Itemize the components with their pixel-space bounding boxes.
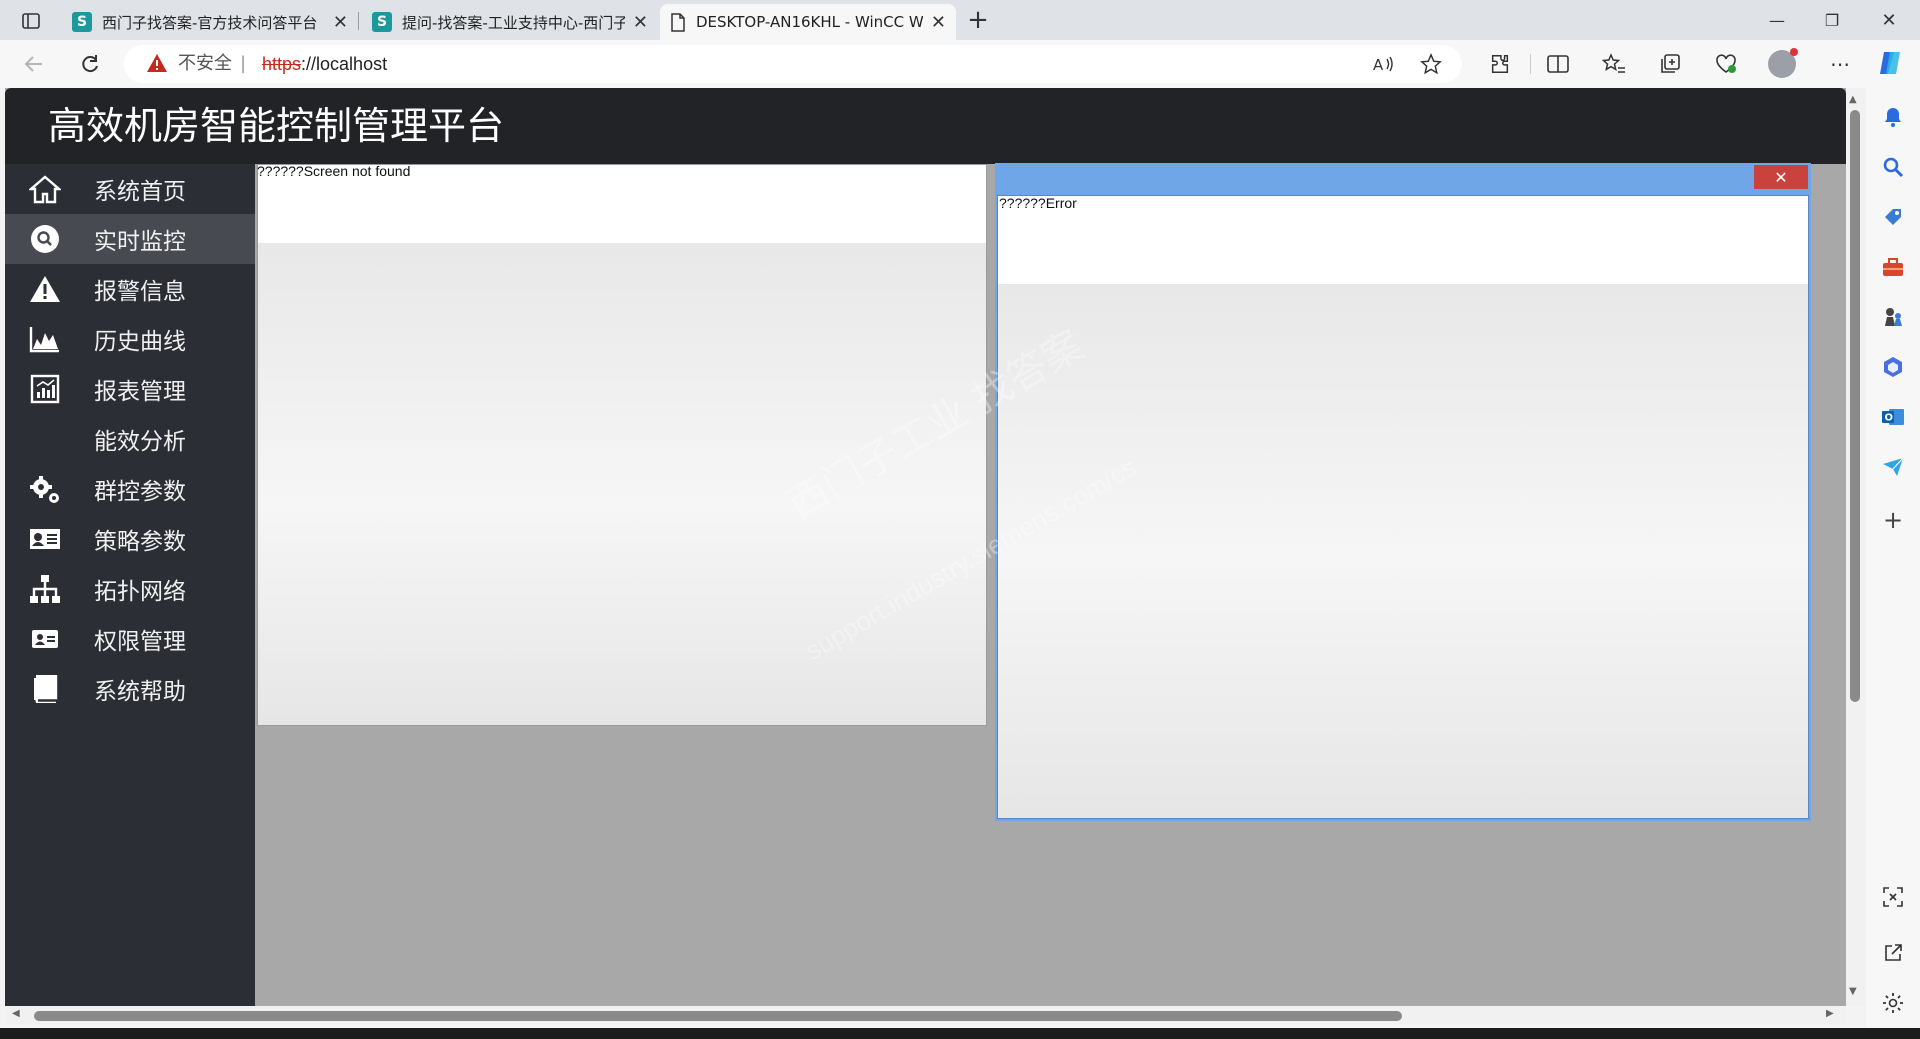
report-icon: [28, 372, 62, 406]
page-icon: [670, 12, 686, 32]
warning-icon: [28, 272, 62, 306]
tab-1[interactable]: S 西门子找答案-官方技术问答平台 ✕: [62, 4, 358, 40]
tab-2[interactable]: S 提问-找答案-工业支持中心-西门子 ✕: [362, 4, 658, 40]
scroll-up-arrow-icon[interactable]: ▲: [1849, 94, 1857, 105]
collections-icon[interactable]: [1654, 48, 1686, 80]
add-sidebar-app-icon[interactable]: +: [1878, 505, 1908, 535]
vertical-scroll-thumb[interactable]: [1850, 110, 1860, 702]
sidebar-item-alarms[interactable]: 报警信息: [5, 264, 255, 314]
tab-1-title: 西门子找答案-官方技术问答平台: [102, 13, 318, 32]
search-icon: [28, 222, 62, 256]
sidebar-item-label: 群控参数: [94, 479, 186, 505]
scroll-right-arrow-icon[interactable]: ▶: [1826, 1008, 1834, 1019]
sidebar-item-label: 报表管理: [94, 379, 186, 405]
settings-gear-icon[interactable]: [1878, 988, 1908, 1018]
strategy-icon: [28, 522, 62, 556]
url-text[interactable]: https://localhost: [262, 52, 387, 76]
gears-icon: [28, 472, 62, 506]
screen-not-found-message: ??????Screen not found: [257, 163, 411, 179]
tab-3-title: DESKTOP-AN16KHL - WinCC WebUX: [696, 13, 923, 31]
sidebar-item-home[interactable]: 系统首页: [5, 164, 255, 214]
copilot-icon[interactable]: [1876, 48, 1908, 80]
tab-3-close-icon[interactable]: ✕: [931, 12, 946, 33]
new-tab-button[interactable]: +: [962, 4, 994, 36]
restore-button[interactable]: ❐: [1815, 4, 1849, 36]
sidebar-item-strategy-params[interactable]: 策略参数: [5, 514, 255, 564]
address-separator: |: [240, 53, 247, 74]
url-host: ://localhost: [301, 54, 388, 74]
id-card-icon: [28, 622, 62, 656]
more-options-icon[interactable]: ⋯: [1824, 48, 1856, 80]
tab-3-active[interactable]: DESKTOP-AN16KHL - WinCC WebUX ✕: [660, 4, 956, 40]
book-icon: [28, 672, 62, 706]
favorite-star-icon[interactable]: [1416, 48, 1446, 80]
sidebar-item-permissions[interactable]: 权限管理: [5, 614, 255, 664]
close-window-button[interactable]: ✕: [1872, 4, 1906, 36]
sidebar-item-label: 能效分析: [94, 429, 186, 455]
sidebar-item-label: 策略参数: [94, 529, 186, 555]
send-drop-icon[interactable]: [1878, 452, 1908, 482]
page-title: 高效机房智能控制管理平台: [48, 104, 505, 148]
os-taskbar-edge: [0, 1028, 1920, 1039]
sidebar-item-report[interactable]: 报表管理: [5, 364, 255, 414]
shopping-tag-icon[interactable]: [1878, 202, 1908, 232]
sidebar-item-label: 系统首页: [94, 179, 186, 205]
extensions-icon[interactable]: [1484, 48, 1516, 80]
scroll-down-arrow-icon[interactable]: ▼: [1849, 986, 1857, 997]
sidebar-item-realtime-monitor[interactable]: 实时监控: [5, 214, 255, 264]
toolbar-separator: [1530, 54, 1531, 74]
notification-dot: [1790, 48, 1798, 56]
siemens-favicon-icon: S: [72, 12, 92, 32]
sidebar-item-label: 实时监控: [94, 229, 186, 255]
insecure-warning-icon[interactable]: [146, 52, 170, 76]
refresh-button[interactable]: [74, 48, 106, 80]
sidebar-item-label: 拓扑网络: [94, 579, 186, 605]
sidebar-item-history-curve[interactable]: 历史曲线: [5, 314, 255, 364]
tab-2-title: 提问-找答案-工业支持中心-西门子: [402, 13, 625, 32]
sidebar-item-topology[interactable]: 拓扑网络: [5, 564, 255, 614]
games-chess-icon[interactable]: [1878, 302, 1908, 332]
siemens-favicon-icon: S: [372, 12, 392, 32]
svg-text:O: O: [1885, 413, 1894, 424]
back-button[interactable]: [18, 48, 50, 80]
sidebar-item-label: 系统帮助: [94, 679, 186, 705]
home-icon: [28, 172, 62, 206]
scroll-left-arrow-icon[interactable]: ◀: [12, 1008, 20, 1019]
browser-essentials-icon[interactable]: [1710, 48, 1742, 80]
horizontal-scroll-thumb[interactable]: [34, 1011, 1402, 1021]
read-aloud-icon[interactable]: A: [1368, 48, 1398, 80]
error-message: ??????Error: [999, 195, 1077, 211]
sidebar-item-help[interactable]: 系统帮助: [5, 664, 255, 714]
tab-separator: [358, 12, 359, 30]
tab-1-close-icon[interactable]: ✕: [333, 12, 348, 33]
sidebar-item-label: 权限管理: [94, 629, 186, 655]
url-scheme: https: [262, 54, 302, 74]
sidebar-item-label: 报警信息: [94, 279, 186, 305]
sidebar-item-group-params[interactable]: 群控参数: [5, 464, 255, 514]
microsoft365-icon[interactable]: [1878, 352, 1908, 382]
sidebar-search-icon[interactable]: [1878, 152, 1908, 182]
minimize-button[interactable]: —: [1760, 4, 1794, 36]
network-icon: [28, 572, 62, 606]
tab-2-close-icon[interactable]: ✕: [633, 12, 648, 33]
open-external-icon[interactable]: [1878, 938, 1908, 968]
screenshot-icon[interactable]: [1878, 882, 1908, 912]
tab-actions-icon[interactable]: [16, 6, 46, 36]
bell-icon[interactable]: [1878, 102, 1908, 132]
sidebar-item-energy-analysis[interactable]: 能效分析: [5, 414, 255, 464]
favorites-icon[interactable]: [1598, 48, 1630, 80]
chart-icon: [28, 322, 62, 356]
svg-text:A: A: [1373, 56, 1384, 73]
tools-briefcase-icon[interactable]: [1878, 252, 1908, 282]
sidebar-item-label: 历史曲线: [94, 329, 186, 355]
security-label[interactable]: 不安全: [178, 52, 232, 76]
empty-icon-slot: [28, 422, 62, 456]
error-dialog-body: [997, 195, 1809, 819]
outlook-icon[interactable]: O: [1878, 402, 1908, 432]
dialog-close-button[interactable]: ✕: [1754, 165, 1808, 189]
split-screen-icon[interactable]: [1542, 48, 1574, 80]
